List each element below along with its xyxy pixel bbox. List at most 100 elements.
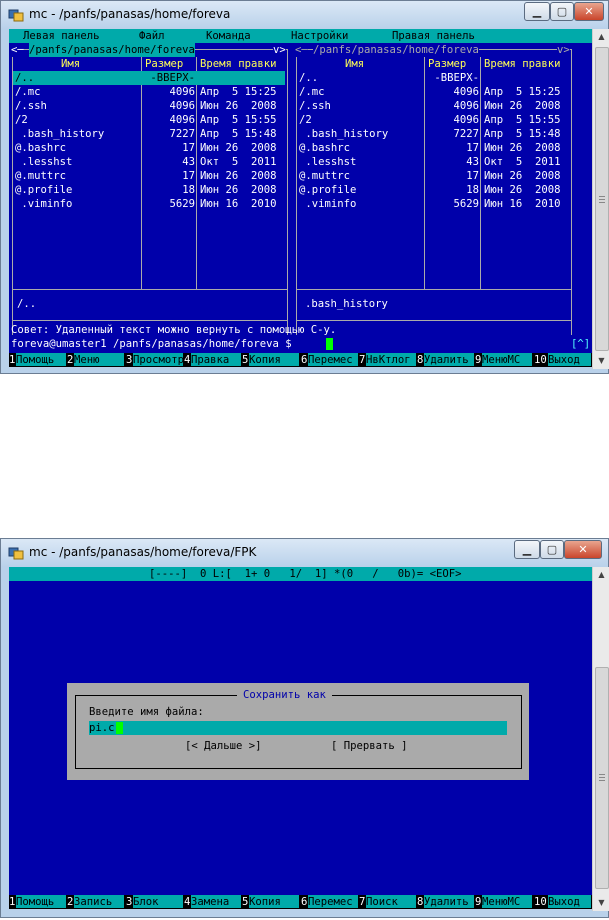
fkey-10-button[interactable]: Выход: [548, 353, 591, 366]
right-header-size[interactable]: Размер: [428, 57, 466, 71]
menu-file[interactable]: Файл: [139, 29, 165, 43]
left-panel-status: /..: [17, 298, 37, 310]
terminal-area[interactable]: Левая панель Файл Команда Настройки Прав…: [9, 29, 592, 367]
menu-left-panel[interactable]: Левая панель: [23, 29, 100, 43]
left-file-time: Июн 26 2008: [200, 184, 277, 196]
scroll-up-icon[interactable]: ▲: [593, 567, 609, 583]
scroll-thumb-2[interactable]: [595, 667, 609, 889]
right-file-size: 4096: [453, 86, 479, 98]
right-file-time: Окт 5 2011: [484, 156, 561, 168]
command-prompt[interactable]: foreva@umaster1 /panfs/panasas/home/fore…: [11, 337, 292, 351]
left-header-size[interactable]: Размер: [145, 57, 183, 71]
function-key-bar-2: 1 Помощь 2 Запись 3 Блок 4 Замена 5 Копия 6 Перемес…: [9, 895, 592, 909]
menu-right-panel[interactable]: Правая панель: [392, 29, 475, 43]
fkey-number: 10: [534, 895, 547, 908]
right-file-time: Апр 5 15:48: [484, 128, 561, 140]
filename-input[interactable]: pi.c: [89, 721, 507, 735]
fkey-number: 5: [242, 353, 249, 366]
fkey-9-button[interactable]: МенюМС: [482, 353, 532, 366]
right-file-name: /.ssh: [299, 100, 331, 112]
fkey-3-button[interactable]: Просмотр: [133, 353, 183, 366]
dialog-cancel-button[interactable]: [ Прервать ]: [331, 739, 408, 753]
left-file-size: -ВВЕРХ-: [150, 72, 195, 84]
right-file-row[interactable]: [297, 71, 569, 85]
mc-window-1: mc - /panfs/panasas/home/foreva ▁ ▢ ✕ Ле…: [0, 0, 609, 374]
right-file-time: Июн 26 2008: [484, 170, 561, 182]
right-panel-path[interactable]: /panfs/panasas/home/foreva: [313, 43, 479, 57]
left-panel-path-suffix[interactable]: v>: [273, 43, 286, 57]
right-header-time[interactable]: Время правки: [484, 57, 561, 71]
left-file-name: .lesshst: [15, 156, 73, 168]
right-file-size: 4096: [453, 100, 479, 112]
left-file-size: 17: [182, 170, 195, 182]
dialog-ok-button[interactable]: [< Дальше >]: [185, 739, 262, 753]
fkey-8-button[interactable]: Удалить: [424, 353, 474, 366]
left-header-time[interactable]: Время правки: [200, 57, 277, 71]
editor-area[interactable]: [----] 0 L:[ 1+ 0 1/ 1] *(0 / 0b)= <EOF>…: [9, 567, 592, 909]
title-bar-2[interactable]: mc - /panfs/panasas/home/foreva/FPK ▁ ▢ …: [1, 539, 608, 567]
right-file-name: @.bashrc: [299, 142, 351, 154]
fkey-number: 3: [126, 895, 133, 908]
fkey-2-button[interactable]: Запись: [74, 895, 124, 908]
left-file-row[interactable]: [13, 71, 285, 85]
fkey-9-button[interactable]: МенюМС: [482, 895, 532, 908]
right-file-size: 43: [466, 156, 479, 168]
hint-line: Совет: Удаленный текст можно вернуть с п…: [11, 324, 337, 336]
fkey-1-button[interactable]: Помощь: [16, 895, 66, 908]
fkey-10-button[interactable]: Выход: [548, 895, 591, 908]
vertical-scrollbar[interactable]: ▲ ▼: [592, 29, 609, 369]
menu-command[interactable]: Команда: [206, 29, 251, 43]
scroll-thumb[interactable]: [595, 47, 609, 351]
right-file-size: 7227: [453, 128, 479, 140]
scroll-down-icon[interactable]: ▼: [593, 353, 609, 369]
prompt-marker[interactable]: [^]: [571, 337, 590, 351]
menu-settings[interactable]: Настройки: [291, 29, 348, 43]
left-file-name: .viminfo: [15, 198, 73, 210]
fkey-5-button[interactable]: Копия: [249, 895, 299, 908]
left-file-size: 43: [182, 156, 195, 168]
fkey-7-button[interactable]: НвКтлог: [366, 353, 416, 366]
right-file-time: Июн 26 2008: [484, 142, 561, 154]
right-file-size: 4096: [453, 114, 479, 126]
right-header-name[interactable]: Имя: [345, 57, 364, 71]
left-header-name[interactable]: Имя: [61, 57, 80, 71]
right-file-time: Июн 26 2008: [484, 184, 561, 196]
fkey-8-button[interactable]: Удалить: [424, 895, 474, 908]
fkey-4-button[interactable]: Правка: [191, 353, 241, 366]
right-file-time: Апр 5 15:55: [484, 114, 561, 126]
left-file-name: .bash_history: [15, 128, 105, 140]
scroll-up-icon[interactable]: ▲: [593, 29, 609, 45]
left-file-time: Окт 5 2011: [200, 156, 277, 168]
fkey-number: 5: [242, 895, 249, 908]
window-title: mc - /panfs/panasas/home/foreva: [29, 7, 231, 21]
minimize-button-2[interactable]: ▁: [514, 540, 540, 559]
scroll-down-icon[interactable]: ▼: [593, 895, 609, 911]
fkey-3-button[interactable]: Блок: [133, 895, 183, 908]
left-panel-path[interactable]: /panfs/panasas/home/foreva: [29, 43, 195, 57]
fkey-5-button[interactable]: Копия: [249, 353, 299, 366]
right-panel-path-suffix[interactable]: v>: [557, 43, 570, 57]
close-button-2[interactable]: ✕: [564, 540, 602, 559]
right-file-name: /..: [299, 72, 319, 84]
filename-input-value: pi.c: [89, 722, 115, 734]
fkey-4-button[interactable]: Замена: [191, 895, 241, 908]
left-panel-path-prefix[interactable]: <─: [11, 43, 24, 57]
fkey-7-button[interactable]: Поиск: [366, 895, 416, 908]
fkey-number: 9: [475, 895, 482, 908]
fkey-1-button[interactable]: Помощь: [16, 353, 66, 366]
left-file-size: 18: [182, 184, 195, 196]
fkey-6-button[interactable]: Перемес: [308, 353, 358, 366]
minimize-button[interactable]: ▁: [524, 2, 550, 21]
fkey-6-button[interactable]: Перемес: [308, 895, 358, 908]
vertical-scrollbar-2[interactable]: ▲ ▼: [592, 567, 609, 911]
left-file-name: @.muttrc: [15, 170, 67, 182]
title-bar[interactable]: mc - /panfs/panasas/home/foreva ▁ ▢ ✕: [1, 1, 608, 29]
maximize-button[interactable]: ▢: [550, 2, 574, 21]
maximize-button-2[interactable]: ▢: [540, 540, 564, 559]
right-file-name: /.mc: [299, 86, 325, 98]
fkey-2-button[interactable]: Меню: [74, 353, 124, 366]
fkey-number: 2: [67, 895, 74, 908]
right-panel-path-prefix[interactable]: <─: [295, 43, 308, 57]
right-file-size: 17: [466, 170, 479, 182]
close-button[interactable]: ✕: [574, 2, 604, 21]
